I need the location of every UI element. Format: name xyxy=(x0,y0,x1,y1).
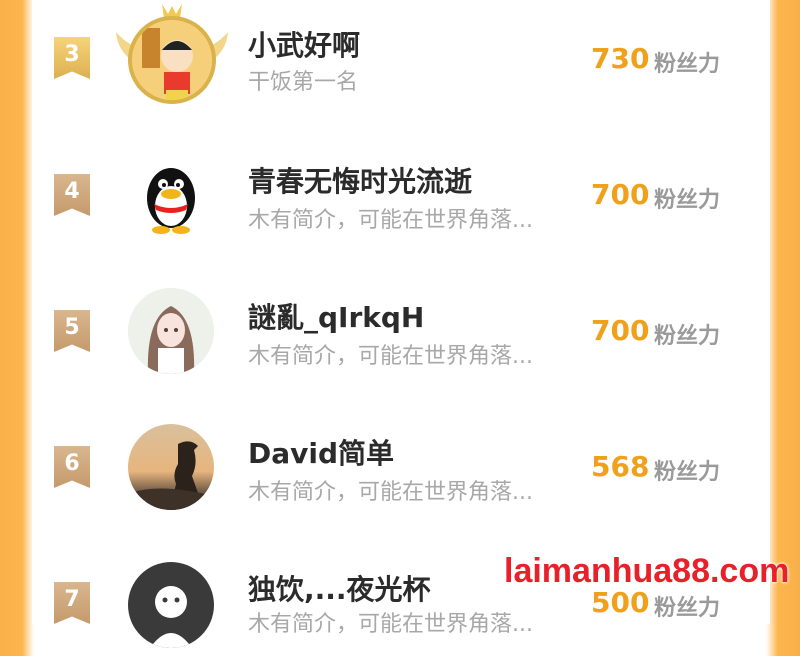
list-item[interactable]: 4 青春无悔时光流逝 木有简介，可能在世界角落... 700 粉丝力 xyxy=(32,128,770,248)
user-bio: 木有简介，可能在世界角落... xyxy=(248,612,533,637)
user-name: David简单 xyxy=(248,437,395,470)
fan-power-score: 700 xyxy=(591,314,650,347)
user-bio: 木有简介，可能在世界角落... xyxy=(248,480,533,505)
list-item[interactable]: 3 小武好啊 干饭第一名 730 粉丝力 xyxy=(32,0,770,120)
user-name: 青春无悔时光流逝 xyxy=(248,165,473,198)
fan-power-score: 730 xyxy=(591,42,650,75)
user-name: 独饮,...夜光杯 xyxy=(248,573,431,606)
list-item[interactable]: 6 David简单 木有简介，可能在世界角落... 568 粉丝力 xyxy=(32,400,770,520)
sunset-person-avatar[interactable] xyxy=(128,424,214,510)
fan-power-unit: 粉丝力 xyxy=(654,324,721,349)
user-bio: 木有简介，可能在世界角落... xyxy=(248,344,533,369)
fan-power-score: 568 xyxy=(591,450,650,483)
fan-power-unit: 粉丝力 xyxy=(654,188,721,213)
anime-girl-avatar[interactable] xyxy=(128,288,214,374)
user-bio: 木有简介，可能在世界角落... xyxy=(248,208,533,233)
rank-badge: 6 xyxy=(54,446,90,488)
fan-power-unit: 粉丝力 xyxy=(654,52,721,77)
site-watermark: laimanhua88.com xyxy=(504,552,790,590)
user-bio: 干饭第一名 xyxy=(248,70,359,95)
rank-badge: 5 xyxy=(54,310,90,352)
cartoon-boy-avatar[interactable] xyxy=(128,16,216,104)
rank-badge: 4 xyxy=(54,174,90,216)
user-name: 謎亂_qIrkqH xyxy=(248,301,425,334)
penguin-avatar[interactable] xyxy=(128,152,214,238)
fan-ranking-list: 3 小武好啊 干饭第一名 730 粉丝力 4 青春无悔时光流逝 木有简介，可能在… xyxy=(32,0,770,648)
rank-badge: 7 xyxy=(54,582,90,624)
rank-badge: 3 xyxy=(54,37,90,79)
default-user-avatar[interactable] xyxy=(128,562,214,648)
list-item[interactable]: 5 謎亂_qIrkqH 木有简介，可能在世界角落... 700 粉丝力 xyxy=(32,264,770,384)
fan-power-unit: 粉丝力 xyxy=(654,596,721,621)
user-name: 小武好啊 xyxy=(248,29,361,62)
fan-power-score: 700 xyxy=(591,178,650,211)
fan-power-unit: 粉丝力 xyxy=(654,460,721,485)
